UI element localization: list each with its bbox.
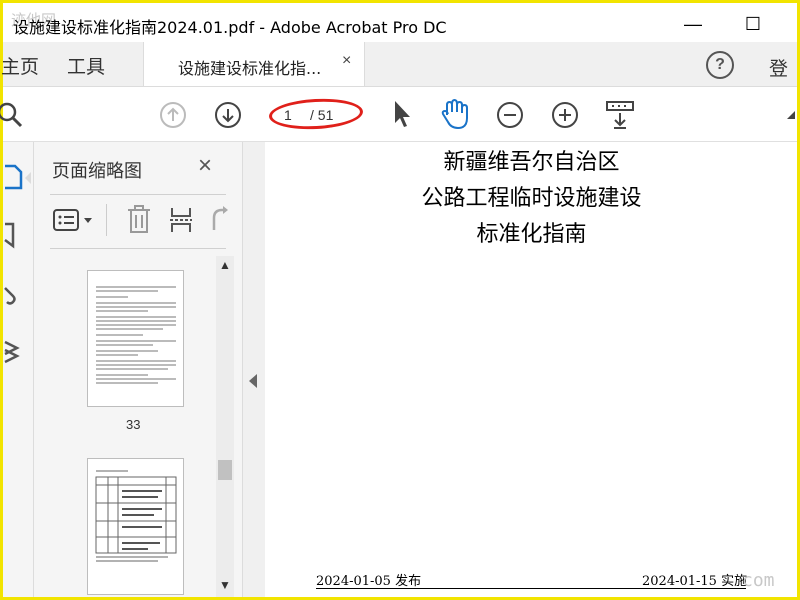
select-cursor-icon[interactable]: [391, 99, 413, 129]
title-bar: 迹他网 设施建设标准化指南2024.01.pdf - Adobe Acrobat…: [3, 3, 797, 42]
extract-page-icon[interactable]: [168, 204, 194, 236]
page-thumbnail[interactable]: [87, 458, 184, 595]
doc-title-line: 公路工程临时设施建设: [421, 186, 642, 211]
panel-divider-2: [50, 248, 226, 249]
main-toolbar: 1 / 51: [0, 87, 797, 142]
hand-tool-icon[interactable]: [439, 97, 471, 131]
thumbnails-panel: 页面缩略图 × 33 ▲ ▼: [34, 142, 243, 597]
close-panel-icon[interactable]: ×: [198, 152, 212, 180]
thumbnail-table: [95, 470, 177, 562]
thumbnail-options-icon[interactable]: [52, 206, 96, 236]
scroll-up-icon[interactable]: ▲: [216, 258, 234, 276]
page-thumbnails-icon[interactable]: [3, 162, 25, 192]
help-icon[interactable]: ?: [706, 51, 734, 79]
navigation-pane: [3, 142, 34, 597]
panel-divider: [50, 194, 226, 195]
menu-tab-bar: 主页 工具 设施建设标准化指... × ? 登录: [1, 42, 797, 107]
scroll-down-icon[interactable]: ▼: [216, 578, 234, 596]
bookmark-icon[interactable]: [3, 220, 23, 250]
prev-page-icon[interactable]: [159, 101, 187, 129]
page-thumbnail[interactable]: [87, 270, 184, 407]
panel-collapse-handle[interactable]: [243, 142, 265, 597]
doc-title-line: 新疆维吾尔自治区: [443, 150, 620, 175]
document-tab-label: 设施建设标准化指...: [178, 59, 322, 78]
maximize-icon[interactable]: ☐: [733, 9, 773, 39]
active-pointer: [25, 172, 31, 184]
watermark-text: com: [742, 570, 775, 591]
doc-title-line: 标准化指南: [476, 222, 587, 247]
footer-rule: [316, 588, 746, 589]
thumbnail-list: 33: [50, 250, 215, 597]
more-icon[interactable]: [785, 109, 797, 121]
scroll-thumb[interactable]: [218, 460, 232, 480]
delete-page-icon[interactable]: [126, 204, 152, 236]
document-tab[interactable]: 设施建设标准化指... ×: [143, 42, 365, 86]
thumbnail-scrollbar[interactable]: ▲ ▼: [216, 256, 234, 597]
effective-date: 2024-01-15 实施: [642, 574, 748, 589]
window-title: 设施建设标准化指南2024.01.pdf - Adobe Acrobat Pro…: [13, 18, 447, 37]
next-page-icon[interactable]: [214, 101, 242, 129]
zoom-out-icon[interactable]: [496, 101, 524, 129]
minimize-icon[interactable]: —: [673, 9, 713, 39]
close-tab-icon[interactable]: ×: [342, 52, 351, 70]
menu-home[interactable]: 主页: [1, 52, 39, 79]
tool-separator: [106, 204, 107, 236]
menu-tools[interactable]: 工具: [67, 52, 105, 79]
publish-date: 2024-01-05 发布: [316, 574, 422, 589]
thumbnail-page-label: 33: [126, 417, 141, 432]
zoom-search-icon[interactable]: [0, 101, 25, 129]
fit-page-icon[interactable]: [605, 99, 635, 131]
document-view[interactable]: 新疆维吾尔自治区 公路工程临时设施建设 标准化指南 2024-01-05 发布 …: [266, 142, 797, 597]
attachments-icon[interactable]: [3, 280, 25, 308]
layers-icon[interactable]: [3, 338, 25, 368]
thumbnail-text-lines: [96, 286, 176, 384]
collapse-arrow-icon[interactable]: [249, 374, 257, 388]
rotate-page-icon[interactable]: [206, 204, 230, 236]
panel-title: 页面缩略图: [52, 161, 142, 182]
zoom-in-icon[interactable]: [551, 101, 579, 129]
